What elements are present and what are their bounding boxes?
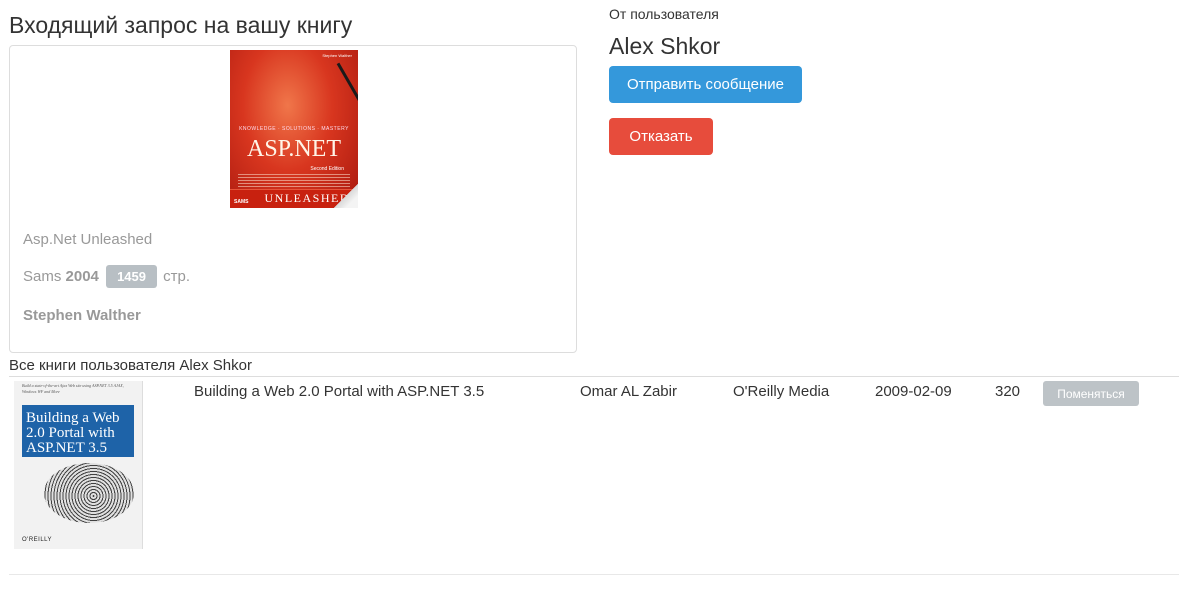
book-cover-image[interactable]: Stephen Walther KNOWLEDGE · SOLUTIONS · … — [230, 50, 358, 208]
book-cover-image[interactable]: Build a state-of-the-art Ajax Web site u… — [14, 381, 143, 549]
cover-edition: Second Edition — [310, 166, 344, 172]
row-book-title[interactable]: Building a Web 2.0 Portal with ASP.NET 3… — [194, 383, 484, 400]
decline-button[interactable]: Отказать — [609, 118, 713, 155]
cover-title: ASP.NET — [246, 136, 342, 162]
book-title: Asp.Net Unleashed — [23, 231, 153, 248]
book-year: 2004 — [65, 268, 99, 285]
cover-publisher-logo: SAMS — [234, 199, 249, 205]
book-publisher: Sams — [23, 268, 62, 285]
cover-tagline: KNOWLEDGE · SOLUTIONS · MASTERY — [239, 126, 349, 132]
requester-name[interactable]: Alex Shkor — [609, 33, 720, 60]
sea-anemone-illustration-icon — [44, 463, 134, 523]
divider — [9, 574, 1179, 575]
row-book-date: 2009-02-09 — [875, 383, 952, 400]
cover-publisher-logo: O'REILLY — [22, 537, 53, 543]
cover-blurb: Build a state-of-the-art Ajax Web site u… — [22, 383, 124, 394]
requested-book-card: Stephen Walther KNOWLEDGE · SOLUTIONS · … — [9, 45, 577, 353]
page-title: Входящий запрос на вашу книгу — [9, 12, 353, 38]
book-author: Stephen Walther — [23, 307, 141, 324]
cover-author: Stephen Walther — [322, 53, 352, 58]
cover-title: Building a Web 2.0 Portal with ASP.NET 3… — [22, 405, 134, 457]
row-book-publisher: O'Reilly Media — [733, 383, 830, 400]
page-curl-icon — [334, 184, 358, 208]
send-message-button[interactable]: Отправить сообщение — [609, 66, 802, 103]
swap-button[interactable]: Поменяться — [1043, 381, 1139, 406]
row-book-author: Omar AL Zabir — [580, 383, 677, 400]
divider — [9, 376, 1179, 377]
row-book-pages: 320 — [995, 383, 1021, 400]
book-publication-info: Sams 2004 1459 стр. — [23, 265, 190, 288]
pages-unit: стр. — [163, 268, 191, 285]
pages-badge: 1459 — [106, 265, 157, 288]
from-user-label: От пользователя — [609, 6, 719, 22]
cover-stripe — [336, 62, 358, 108]
user-books-heading: Все книги пользователя Alex Shkor — [9, 357, 252, 374]
